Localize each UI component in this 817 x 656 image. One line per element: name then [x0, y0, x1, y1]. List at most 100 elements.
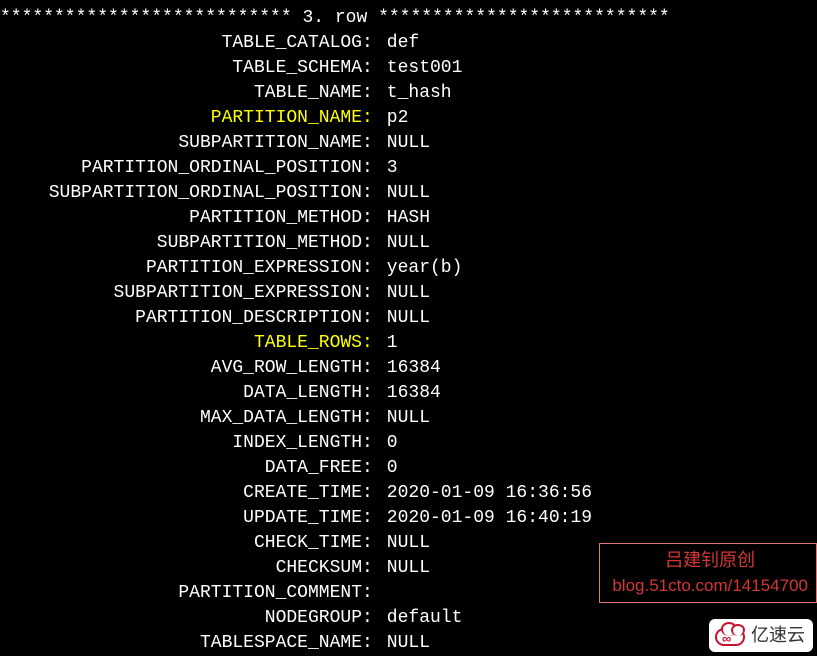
field-row: SUBPARTITION_ORDINAL_POSITION: NULL	[0, 181, 817, 206]
field-label: PARTITION_NAME	[0, 106, 362, 131]
field-label: PARTITION_COMMENT	[0, 581, 362, 606]
field-separator: :	[362, 281, 376, 306]
field-separator: :	[362, 206, 376, 231]
field-value: 0	[376, 456, 398, 481]
field-value: NULL	[376, 181, 430, 206]
field-row: PARTITION_EXPRESSION: year(b)	[0, 256, 817, 281]
field-label: PARTITION_EXPRESSION	[0, 256, 362, 281]
field-label: TABLE_ROWS	[0, 331, 362, 356]
field-value: 0	[376, 431, 398, 456]
field-row: DATA_LENGTH: 16384	[0, 381, 817, 406]
field-label: NODEGROUP	[0, 606, 362, 631]
field-separator: :	[362, 631, 376, 656]
field-value: NULL	[376, 406, 430, 431]
field-label: SUBPARTITION_EXPRESSION	[0, 281, 362, 306]
field-separator: :	[362, 381, 376, 406]
field-value: HASH	[376, 206, 430, 231]
watermark-author: 吕建钊原创	[612, 548, 808, 573]
field-value: NULL	[376, 131, 430, 156]
watermark-box: 吕建钊原创 blog.51cto.com/14154700	[599, 543, 817, 603]
field-separator: :	[362, 431, 376, 456]
field-label: SUBPARTITION_ORDINAL_POSITION	[0, 181, 362, 206]
field-label: PARTITION_METHOD	[0, 206, 362, 231]
field-separator: :	[362, 306, 376, 331]
field-label: DATA_LENGTH	[0, 381, 362, 406]
field-row: AVG_ROW_LENGTH: 16384	[0, 356, 817, 381]
watermark-url: blog.51cto.com/14154700	[612, 573, 808, 598]
field-separator: :	[362, 81, 376, 106]
field-value: def	[376, 31, 419, 56]
field-separator: :	[362, 256, 376, 281]
field-row: PARTITION_ORDINAL_POSITION: 3	[0, 156, 817, 181]
field-row: UPDATE_TIME: 2020-01-09 16:40:19	[0, 506, 817, 531]
field-separator: :	[362, 231, 376, 256]
field-separator: :	[362, 481, 376, 506]
field-separator: :	[362, 181, 376, 206]
field-value: 2020-01-09 16:36:56	[376, 481, 592, 506]
field-label: TABLESPACE_NAME	[0, 631, 362, 656]
field-value: p2	[376, 106, 408, 131]
field-label: INDEX_LENGTH	[0, 431, 362, 456]
field-label: UPDATE_TIME	[0, 506, 362, 531]
field-row: SUBPARTITION_METHOD: NULL	[0, 231, 817, 256]
field-separator: :	[362, 506, 376, 531]
field-separator: :	[362, 356, 376, 381]
field-label: TABLE_SCHEMA	[0, 56, 362, 81]
field-label: AVG_ROW_LENGTH	[0, 356, 362, 381]
field-separator: :	[362, 531, 376, 556]
field-value: NULL	[376, 306, 430, 331]
field-separator: :	[362, 56, 376, 81]
field-label: CHECK_TIME	[0, 531, 362, 556]
field-value: NULL	[376, 556, 430, 581]
field-label: CREATE_TIME	[0, 481, 362, 506]
field-label: PARTITION_ORDINAL_POSITION	[0, 156, 362, 181]
field-separator: :	[362, 106, 376, 131]
field-row: PARTITION_DESCRIPTION: NULL	[0, 306, 817, 331]
row-separator-header: *************************** 3. row *****…	[0, 6, 817, 31]
field-separator: :	[362, 581, 376, 606]
field-value: NULL	[376, 281, 430, 306]
field-label: TABLE_NAME	[0, 81, 362, 106]
field-value: NULL	[376, 531, 430, 556]
field-separator: :	[362, 406, 376, 431]
field-value: 2020-01-09 16:40:19	[376, 506, 592, 531]
field-value: 16384	[376, 356, 441, 381]
field-separator: :	[362, 606, 376, 631]
field-row: SUBPARTITION_NAME: NULL	[0, 131, 817, 156]
field-separator: :	[362, 331, 376, 356]
field-row: CREATE_TIME: 2020-01-09 16:36:56	[0, 481, 817, 506]
field-separator: :	[362, 556, 376, 581]
field-label: CHECKSUM	[0, 556, 362, 581]
field-row: TABLE_ROWS: 1	[0, 331, 817, 356]
cloud-icon: ∞	[715, 624, 747, 648]
field-row: NODEGROUP: default	[0, 606, 817, 631]
field-label: MAX_DATA_LENGTH	[0, 406, 362, 431]
field-row: PARTITION_NAME: p2	[0, 106, 817, 131]
field-row: SUBPARTITION_EXPRESSION: NULL	[0, 281, 817, 306]
field-row: TABLESPACE_NAME: NULL	[0, 631, 817, 656]
field-value: year(b)	[376, 256, 462, 281]
field-row: INDEX_LENGTH: 0	[0, 431, 817, 456]
field-value: 1	[376, 331, 398, 356]
brand-logo: ∞ 亿速云	[709, 619, 813, 652]
field-row: MAX_DATA_LENGTH: NULL	[0, 406, 817, 431]
brand-name: 亿速云	[751, 623, 805, 648]
field-label: SUBPARTITION_METHOD	[0, 231, 362, 256]
field-row: TABLE_NAME: t_hash	[0, 81, 817, 106]
field-value: NULL	[376, 631, 430, 656]
field-value: NULL	[376, 231, 430, 256]
field-separator: :	[362, 131, 376, 156]
field-value	[376, 581, 387, 606]
field-value: test001	[376, 56, 462, 81]
field-separator: :	[362, 456, 376, 481]
field-label: DATA_FREE	[0, 456, 362, 481]
field-separator: :	[362, 156, 376, 181]
field-label: TABLE_CATALOG	[0, 31, 362, 56]
field-value: t_hash	[376, 81, 452, 106]
field-label: SUBPARTITION_NAME	[0, 131, 362, 156]
field-label: PARTITION_DESCRIPTION	[0, 306, 362, 331]
field-row: DATA_FREE: 0	[0, 456, 817, 481]
field-value: 3	[376, 156, 398, 181]
field-value: 16384	[376, 381, 441, 406]
field-row: TABLE_SCHEMA: test001	[0, 56, 817, 81]
